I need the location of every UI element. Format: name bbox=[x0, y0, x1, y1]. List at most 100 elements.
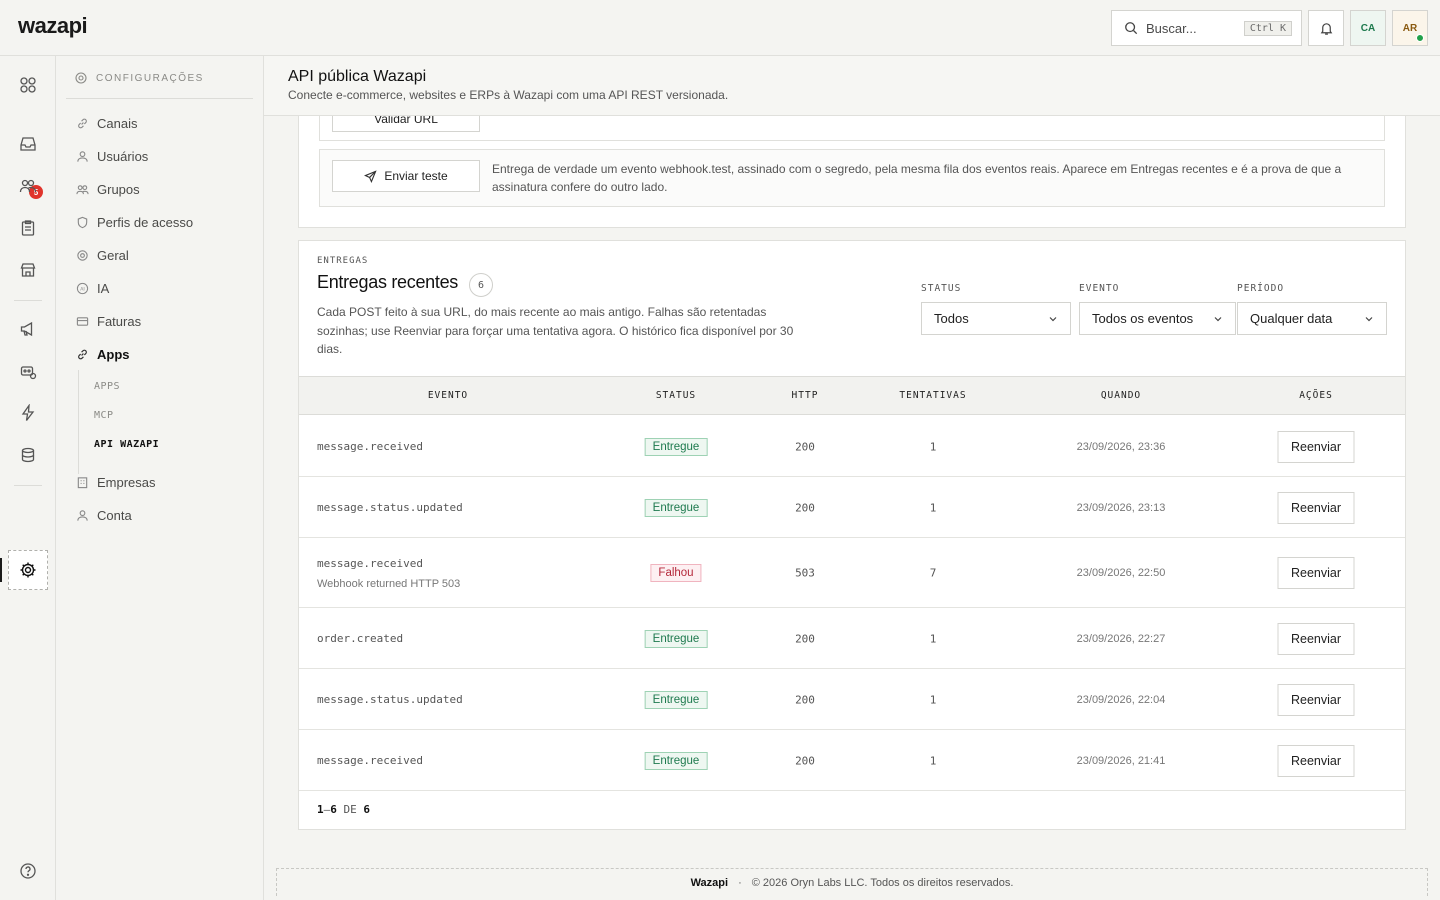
footer-brand: Wazapi bbox=[690, 876, 729, 889]
attempts-count: 7 bbox=[929, 566, 937, 580]
sidebar-item-empresas[interactable]: Empresas bbox=[76, 475, 156, 490]
rail-campaigns[interactable] bbox=[18, 319, 38, 339]
sidebar-item-label: Canais bbox=[97, 116, 138, 131]
validate-url-button[interactable]: Validar URL bbox=[332, 116, 480, 132]
gear-icon bbox=[20, 562, 36, 578]
link-icon bbox=[78, 349, 87, 360]
webhook-card: Validar URL Enviar teste Entrega de verd… bbox=[298, 116, 1406, 228]
sidebar-item-label: Apps bbox=[97, 347, 130, 362]
event-filter-select[interactable]: Todos os eventos bbox=[1079, 302, 1236, 335]
sidebar-item-conta[interactable]: Conta bbox=[76, 508, 132, 523]
rail-database[interactable] bbox=[18, 445, 38, 465]
rail-integrations[interactable] bbox=[18, 403, 38, 423]
link-icon bbox=[78, 118, 87, 129]
sidebar-item-ia[interactable]: AI IA bbox=[76, 281, 109, 296]
sidebar-item-label: Geral bbox=[97, 248, 129, 263]
pagination-total: 6 bbox=[363, 803, 370, 816]
send-test-button[interactable]: Enviar teste bbox=[332, 160, 480, 192]
notifications-button[interactable] bbox=[1308, 10, 1344, 46]
deliveries-title: Entregas recentes bbox=[317, 272, 458, 292]
deliveries-count: 6 bbox=[469, 273, 493, 297]
resend-button[interactable]: Reenviar bbox=[1277, 557, 1355, 589]
event-filter-label: EVENTO bbox=[1079, 283, 1120, 294]
bot-icon bbox=[20, 366, 37, 380]
sidebar-item-label: Grupos bbox=[97, 182, 140, 197]
rail-orders[interactable] bbox=[18, 218, 38, 238]
gear-icon bbox=[75, 72, 87, 84]
sidebar-item-grupos[interactable]: Grupos bbox=[76, 182, 140, 197]
rail-help[interactable] bbox=[18, 861, 38, 881]
users-icon bbox=[76, 185, 89, 195]
resend-button[interactable]: Reenviar bbox=[1277, 491, 1355, 524]
validate-url-panel: Validar URL bbox=[319, 116, 1385, 141]
delivery-time: 23/09/2026, 22:27 bbox=[1076, 632, 1166, 645]
help-icon bbox=[20, 863, 36, 879]
table-row: order.created Entregue 200 1 23/09/2026, 22:… bbox=[299, 608, 1405, 669]
sidebar-divider bbox=[66, 98, 253, 99]
ai-icon: AI bbox=[76, 282, 89, 295]
chevron-down-icon bbox=[1365, 316, 1373, 321]
status-filter-select[interactable]: Todos bbox=[921, 302, 1071, 335]
attempts-count: 1 bbox=[929, 501, 937, 514]
sidebar-item-label: Faturas bbox=[97, 314, 142, 329]
event-error: Webhook returned HTTP 503 bbox=[317, 578, 461, 590]
grid-icon bbox=[20, 77, 36, 93]
http-code: 200 bbox=[795, 501, 815, 514]
gear-icon bbox=[77, 250, 88, 261]
sidebar-item-label: Usuários bbox=[97, 149, 149, 164]
delivery-time: 23/09/2026, 21:41 bbox=[1076, 754, 1166, 767]
resend-button[interactable]: Reenviar bbox=[1277, 744, 1355, 777]
app-logo[interactable]: wazapi bbox=[18, 13, 88, 39]
sidebar-subitem-apps[interactable]: APPS bbox=[94, 381, 120, 392]
attempts-count: 1 bbox=[929, 440, 937, 453]
rail-settings[interactable] bbox=[8, 550, 48, 590]
rail-contacts[interactable] bbox=[18, 176, 38, 196]
sidebar-item-faturas[interactable]: Faturas bbox=[76, 314, 141, 329]
sidebar-item-canais[interactable]: Canais bbox=[76, 116, 137, 131]
bell-icon bbox=[1320, 22, 1332, 35]
workspace-avatar[interactable]: CA bbox=[1350, 10, 1386, 46]
chevron-down-icon bbox=[1049, 316, 1057, 321]
rail-store[interactable] bbox=[18, 260, 38, 280]
pagination-to: 6 bbox=[330, 803, 337, 816]
period-filter-select[interactable]: Qualquer data bbox=[1237, 302, 1387, 335]
user-avatar[interactable]: AR bbox=[1392, 10, 1428, 46]
sidebar-item-label: Conta bbox=[97, 508, 132, 523]
rail-automation[interactable] bbox=[18, 361, 38, 381]
deliveries-description: Cada POST feito à sua URL, do mais recen… bbox=[317, 305, 794, 356]
sidebar-item-usuarios[interactable]: Usuários bbox=[76, 149, 148, 164]
inbox-icon bbox=[20, 137, 36, 151]
resend-button[interactable]: Reenviar bbox=[1277, 622, 1355, 655]
sidebar-subitem-mcp[interactable]: MCP bbox=[94, 410, 114, 421]
deliveries-card: ENTREGAS Entregas recentes 6 Cada POST f… bbox=[298, 240, 1406, 830]
search-placeholder: Buscar... bbox=[1146, 20, 1197, 36]
delivery-time: 23/09/2026, 23:36 bbox=[1076, 440, 1166, 453]
submenu-rule bbox=[78, 370, 79, 474]
delivery-time: 23/09/2026, 22:04 bbox=[1076, 693, 1166, 706]
status-badge: Entregue bbox=[644, 751, 708, 770]
period-filter-label: PERÍODO bbox=[1237, 283, 1285, 294]
resend-button[interactable]: Reenviar bbox=[1277, 430, 1355, 463]
online-status-dot bbox=[1416, 34, 1424, 42]
column-header-attempts: TENTATIVAS bbox=[899, 390, 967, 401]
rail-inbox[interactable] bbox=[18, 134, 38, 154]
sidebar-subitem-api-wazapi[interactable]: API WAZAPI bbox=[94, 439, 159, 450]
sidebar-item-apps[interactable]: Apps bbox=[76, 347, 130, 362]
rail-dashboard[interactable] bbox=[18, 75, 38, 95]
database-icon bbox=[21, 447, 35, 463]
search-box[interactable]: Buscar... Ctrl K bbox=[1111, 10, 1302, 46]
sidebar-item-geral[interactable]: Geral bbox=[76, 248, 129, 263]
icon-rail: 5 bbox=[0, 56, 56, 900]
lightning-icon bbox=[21, 404, 35, 421]
resend-button[interactable]: Reenviar bbox=[1277, 683, 1355, 716]
sidebar-item-perfis[interactable]: Perfis de acesso bbox=[76, 215, 193, 230]
sidebar-item-label: Perfis de acesso bbox=[97, 215, 194, 230]
status-filter-label: STATUS bbox=[921, 283, 962, 294]
send-test-description: Entrega de verdade um evento webhook.tes… bbox=[492, 162, 1342, 194]
attempts-count: 1 bbox=[929, 632, 937, 645]
event-name: message.status.updated bbox=[317, 692, 463, 706]
pagination-from: 1 bbox=[317, 803, 324, 816]
megaphone-icon bbox=[20, 321, 33, 337]
sidebar-item-label: IA bbox=[97, 281, 110, 296]
table-row: message.received Entregue 200 1 23/09/2026, … bbox=[299, 730, 1405, 791]
